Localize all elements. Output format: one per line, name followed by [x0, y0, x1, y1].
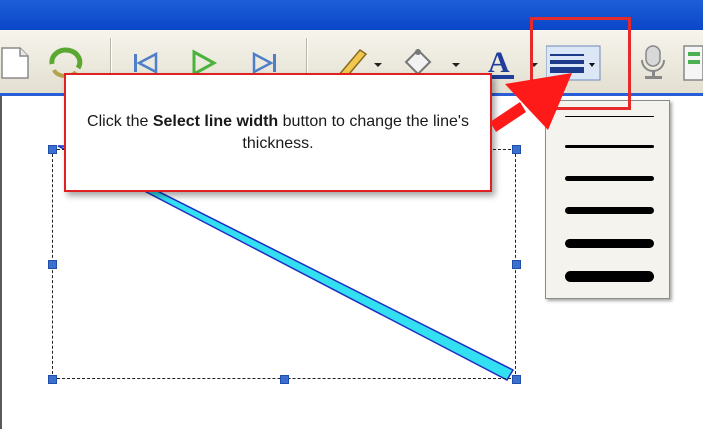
- red-pointer-arrow-icon: [490, 73, 572, 132]
- screenshot-stage: A Click the Select line width button to …: [0, 0, 703, 429]
- pointer-arrow-layer: [490, 73, 572, 132]
